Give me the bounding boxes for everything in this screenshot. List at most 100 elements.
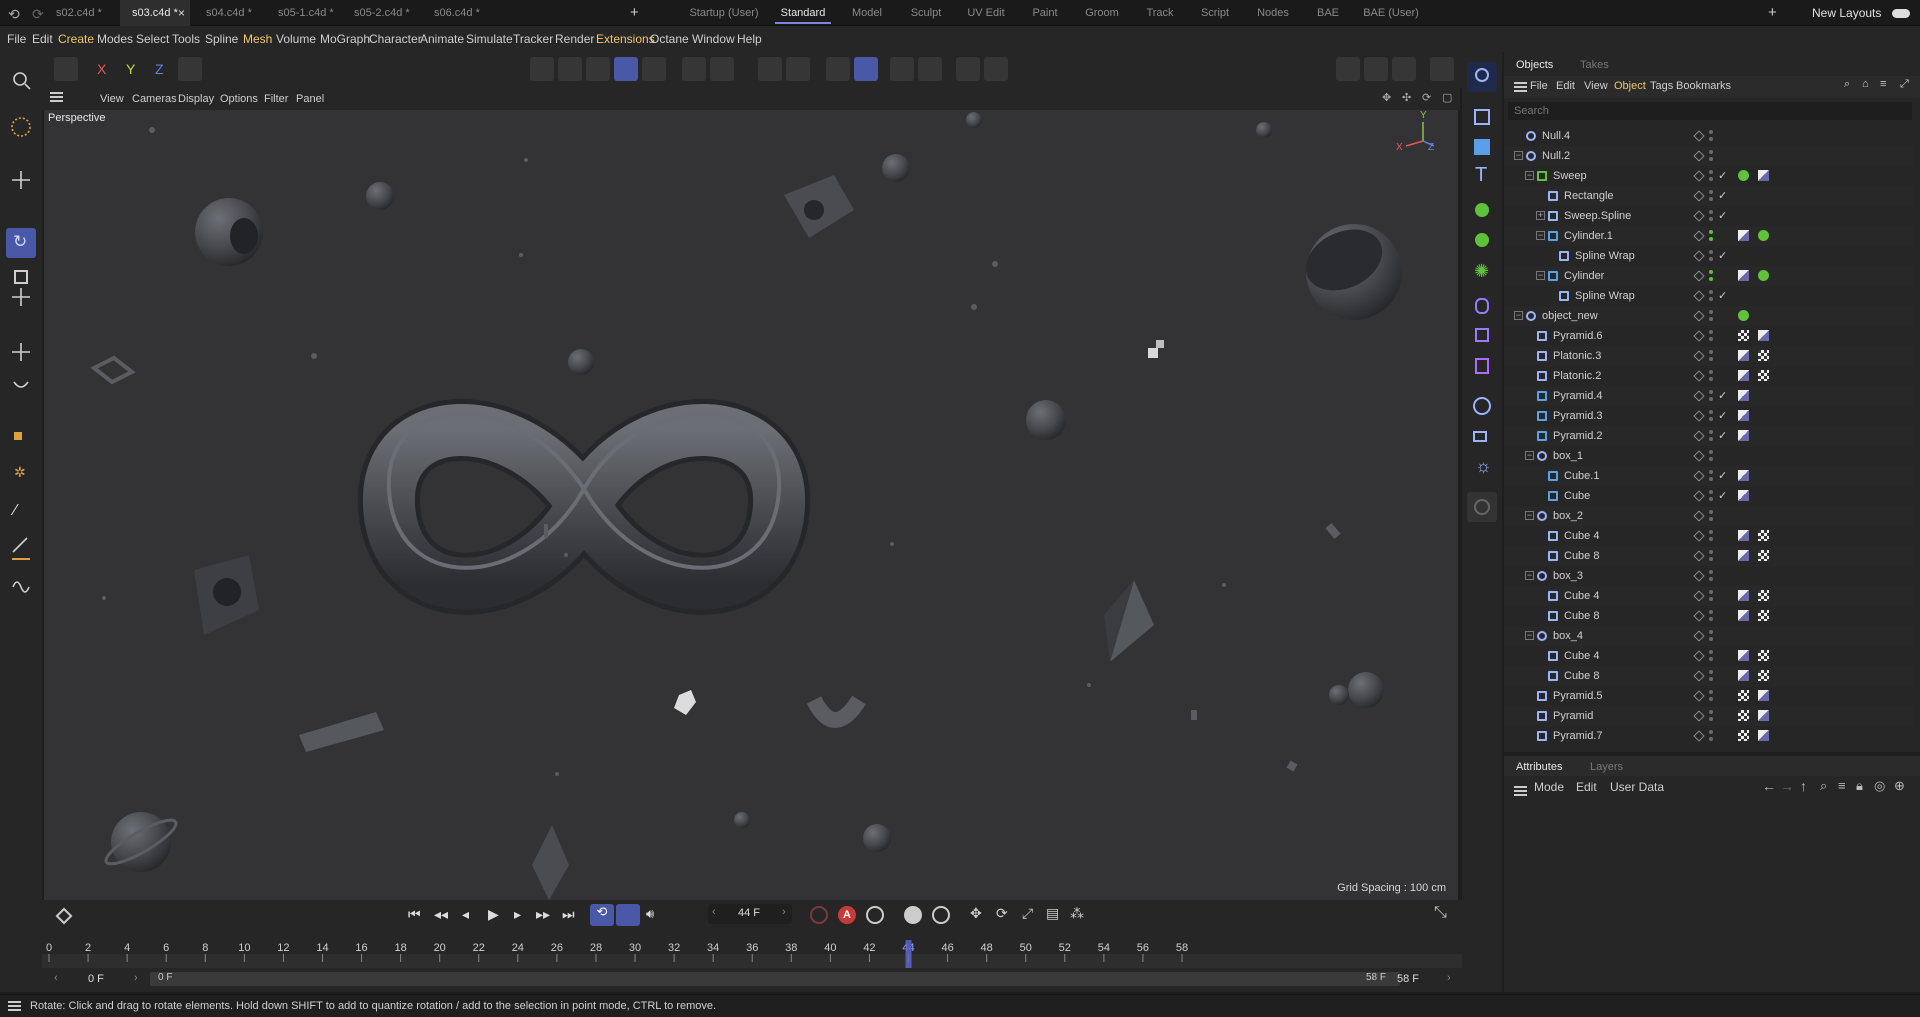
layer-toggle-icon[interactable]	[1693, 610, 1705, 622]
sphere-small-4[interactable]	[568, 349, 594, 375]
object-row[interactable]: Pyramid	[1504, 706, 1914, 726]
object-row[interactable]: Cube 4	[1504, 526, 1914, 546]
tree-collapse-icon[interactable]: −	[1536, 231, 1545, 240]
axis-z-button[interactable]: Z	[155, 61, 164, 77]
green-tag-icon[interactable]	[1738, 310, 1749, 321]
visibility-dots[interactable]	[1709, 610, 1713, 614]
torus-bend[interactable]	[806, 695, 866, 728]
brush-icon[interactable]: ⁄	[6, 498, 36, 528]
objects-search-icon[interactable]: ⌕	[1844, 78, 1850, 91]
visibility-dots[interactable]	[1709, 170, 1713, 174]
sound-icon[interactable]: 🔊︎	[646, 906, 654, 922]
tree-collapse-icon[interactable]: −	[1525, 631, 1534, 640]
object-row[interactable]: Cube ✓	[1504, 486, 1914, 506]
object-row[interactable]: − Cylinder	[1504, 266, 1914, 286]
snap-settings-button[interactable]	[786, 57, 810, 81]
layer-toggle-icon[interactable]	[1693, 590, 1705, 602]
menu-help[interactable]: Help	[737, 26, 762, 52]
layer-toggle-icon[interactable]	[1693, 250, 1705, 262]
key-rotation-icon[interactable]	[932, 906, 950, 924]
effector-icon[interactable]: ✺	[1467, 257, 1497, 287]
range-end-dec[interactable]: ‹	[1372, 972, 1376, 984]
enabled-check-icon[interactable]: ✓	[1718, 166, 1727, 186]
range-start-field[interactable]: 0 F	[88, 973, 104, 985]
objects-menu-bookmarks[interactable]: Bookmarks	[1676, 80, 1731, 92]
tree-expand-icon[interactable]: +	[1536, 211, 1545, 220]
viewport-menu-filter[interactable]: Filter	[264, 88, 288, 110]
key-scale-icon[interactable]: ⤢	[1022, 905, 1033, 922]
menu-window[interactable]: Window	[692, 26, 735, 52]
go-to-start-icon[interactable]: ⏮	[408, 906, 421, 923]
layer-toggle-icon[interactable]	[1693, 330, 1705, 342]
layer-toggle-icon[interactable]	[1693, 450, 1705, 462]
checker-tag-icon[interactable]	[1758, 590, 1769, 601]
range-start-inc[interactable]: ›	[134, 972, 138, 984]
checker-tag-icon[interactable]	[1758, 370, 1769, 381]
mograph-cloner-icon[interactable]: ✲	[6, 456, 36, 486]
object-row[interactable]: − Cylinder.1	[1504, 226, 1914, 246]
octane-button[interactable]	[1430, 57, 1454, 81]
material-tag-icon[interactable]	[1738, 590, 1749, 601]
green-tag-icon[interactable]	[1738, 170, 1749, 181]
checker-tag-icon[interactable]	[1758, 530, 1769, 541]
diamond-frame[interactable]	[90, 355, 136, 385]
viewport-menu-options[interactable]: Options	[220, 88, 258, 110]
object-row[interactable]: Cube 4	[1504, 646, 1914, 666]
record-disabled-icon[interactable]	[810, 906, 828, 924]
tree-collapse-icon[interactable]: −	[1536, 271, 1545, 280]
back-arrow-icon[interactable]: ←	[1762, 778, 1776, 794]
live-selection-icon[interactable]	[6, 112, 36, 142]
autokey-icon[interactable]: A	[838, 906, 856, 924]
visibility-dots[interactable]	[1709, 150, 1713, 154]
tree-collapse-icon[interactable]: −	[1514, 311, 1523, 320]
key-rotate-icon[interactable]: ⟳	[996, 905, 1008, 922]
tab-attributes[interactable]: Attributes	[1516, 758, 1562, 776]
attr-menu-edit[interactable]: Edit	[1576, 780, 1597, 794]
layer-toggle-icon[interactable]	[1693, 210, 1705, 222]
visibility-dots[interactable]	[1709, 650, 1713, 654]
menu-volume[interactable]: Volume	[276, 26, 316, 52]
object-row[interactable]: Rectangle ✓	[1504, 186, 1914, 206]
go-to-end-icon[interactable]: ⏭	[562, 906, 575, 923]
layer-toggle-icon[interactable]	[1693, 490, 1705, 502]
timeline-ruler[interactable]: 0 2 4 6 8 10 12 14 16 18 20 22 24 26 28 30 32 34 36 38 40 42 4…	[42, 940, 1462, 968]
object-row[interactable]: Platonic.3	[1504, 346, 1914, 366]
object-row[interactable]: − box_1	[1504, 446, 1914, 466]
object-row[interactable]: − box_2	[1504, 506, 1914, 526]
visibility-dots[interactable]	[1709, 250, 1713, 254]
hollow-sphere[interactable]	[195, 198, 263, 266]
layout-toggle[interactable]	[1892, 9, 1910, 18]
key-pla-icon[interactable]: ⁂	[1070, 905, 1084, 922]
visibility-dots[interactable]	[1709, 450, 1713, 454]
checker-tag-icon[interactable]	[1738, 710, 1749, 721]
visibility-dots[interactable]	[1709, 350, 1713, 354]
deformer-create-icon[interactable]	[1467, 292, 1497, 322]
layout-tab[interactable]: BAE (User)	[1346, 0, 1436, 26]
text-spline-icon[interactable]: T	[1467, 162, 1497, 192]
visibility-dots[interactable]	[1709, 590, 1713, 594]
visibility-dots[interactable]	[1709, 510, 1713, 514]
enabled-check-icon[interactable]: ✓	[1718, 426, 1727, 446]
axis-y-button[interactable]: Y	[126, 61, 135, 77]
material-tag-icon[interactable]	[1738, 430, 1749, 441]
filter-icon[interactable]: ≡	[1880, 78, 1886, 90]
visibility-dots[interactable]	[1709, 570, 1713, 574]
layer-toggle-icon[interactable]	[1693, 290, 1705, 302]
object-row[interactable]: − box_3	[1504, 566, 1914, 586]
coord-system-button[interactable]	[178, 57, 202, 81]
object-row[interactable]: − box_4	[1504, 626, 1914, 646]
tree-collapse-icon[interactable]: −	[1525, 571, 1534, 580]
axis-transform-icon[interactable]	[6, 340, 36, 370]
menu-select[interactable]: Select	[136, 26, 169, 52]
viewport-menu-display[interactable]: Display	[178, 88, 214, 110]
layer-toggle-icon[interactable]	[1693, 350, 1705, 362]
visibility-dots[interactable]	[1709, 430, 1713, 434]
enabled-check-icon[interactable]: ✓	[1718, 246, 1727, 266]
layer-toggle-icon[interactable]	[1693, 310, 1705, 322]
menu-octane[interactable]: Octane	[650, 26, 689, 52]
redo-icon[interactable]: ⟳	[32, 6, 44, 23]
mograph-icon[interactable]	[1467, 227, 1497, 257]
tab-takes[interactable]: Takes	[1580, 56, 1609, 74]
render-settings-button[interactable]	[1392, 57, 1416, 81]
viewport-menu-panel[interactable]: Panel	[296, 88, 324, 110]
